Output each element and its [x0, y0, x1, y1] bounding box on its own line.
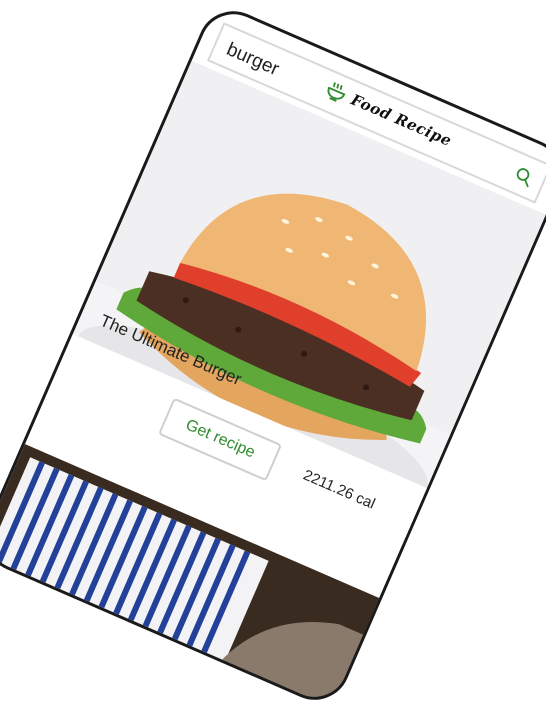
stage: burger Food Recipe The Ultimate Burger G…: [0, 0, 546, 711]
bowl-logo-icon: [327, 81, 346, 102]
app-screen: burger Food Recipe The Ultimate Burger G…: [0, 4, 546, 711]
search-input[interactable]: burger: [223, 39, 282, 81]
phone-frame: burger Food Recipe The Ultimate Burger G…: [0, 0, 546, 711]
search-icon[interactable]: [512, 165, 536, 189]
